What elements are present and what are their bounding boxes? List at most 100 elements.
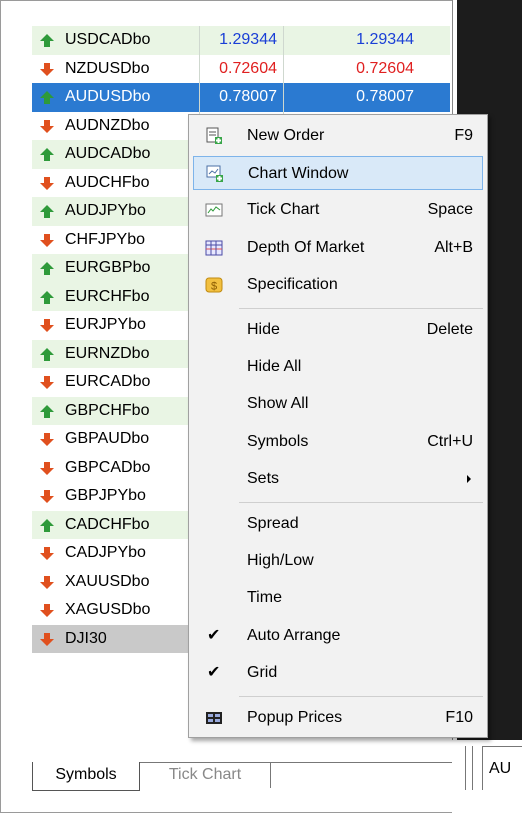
symbol-cell[interactable]: XAGUSDbo <box>32 596 200 625</box>
ask-value: 0.78007 <box>356 88 414 105</box>
symbol-cell[interactable]: AUDCHFbo <box>32 168 200 197</box>
svg-text:$: $ <box>211 280 217 292</box>
menu-item-shortcut: Space <box>427 201 473 219</box>
menu-item-label: Symbols <box>247 432 309 450</box>
arrow-down-icon <box>40 490 54 503</box>
symbol-name: XAGUSDbo <box>65 601 151 618</box>
symbol-name: XAUUSDbo <box>65 572 150 590</box>
symbol-name: CADJPYbo <box>65 544 146 561</box>
menu-item-high-low[interactable]: High/Low <box>193 544 483 578</box>
depth-of-market-icon <box>205 239 223 257</box>
symbol-cell[interactable]: EURGBPbo <box>32 254 200 283</box>
symbol-cell[interactable]: GBPCADbo <box>32 453 200 482</box>
menu-item-auto-arrange[interactable]: ✔ Auto Arrange <box>193 619 483 653</box>
new-order-icon <box>205 127 223 145</box>
checkmark-icon: ✔ <box>207 663 221 681</box>
menu-item-hide-all[interactable]: Hide All <box>193 350 483 384</box>
symbol-name: GBPAUDbo <box>65 430 150 447</box>
arrow-down-icon <box>40 319 54 332</box>
symbol-cell[interactable]: USDCADbo <box>32 26 200 55</box>
arrow-down-icon <box>40 547 54 560</box>
symbol-cell[interactable]: AUDJPYbo <box>32 197 200 226</box>
symbol-cell[interactable]: GBPJPYbo <box>32 482 200 511</box>
popup-prices-icon <box>205 709 223 727</box>
menu-item-label: Grid <box>247 663 278 681</box>
arrow-up-icon <box>40 91 54 104</box>
arrow-down-icon <box>40 604 54 617</box>
menu-item-label: Popup Prices <box>247 709 343 726</box>
menu-item-label: Spread <box>247 515 299 532</box>
arrow-down-icon <box>40 461 54 475</box>
menu-item-shortcut: Delete <box>426 321 473 338</box>
symbol-name: AUDUSDbo <box>65 88 151 105</box>
menu-separator <box>239 696 483 697</box>
table-row[interactable]: USDCADbo 1.29344 1.29344 <box>32 26 450 55</box>
menu-item-shortcut: Ctrl+U <box>427 432 473 450</box>
symbol-cell[interactable]: EURCADbo <box>32 368 200 397</box>
symbol-cell[interactable]: EURCHFbo <box>32 282 200 311</box>
arrow-up-icon <box>40 404 54 418</box>
menu-item-label: Time <box>247 589 282 607</box>
symbol-cell[interactable]: GBPAUDbo <box>32 425 200 454</box>
symbol-name: EURCHFbo <box>65 287 150 305</box>
menu-item-label: Sets <box>247 469 280 487</box>
arrow-down-icon <box>40 119 54 133</box>
bid-cell: 1.29344 <box>200 26 284 55</box>
menu-item-symbols[interactable]: Symbols Ctrl+U <box>193 425 483 459</box>
menu-item-shortcut: Alt+B <box>434 238 473 256</box>
menu-item-spread[interactable]: Spread <box>193 507 483 541</box>
symbol-cell[interactable]: AUDUSDbo <box>32 83 200 112</box>
menu-item-popup-prices[interactable]: Popup Prices F10 <box>193 701 483 735</box>
menu-item-label: Hide All <box>247 358 302 376</box>
menu-item-shortcut: F10 <box>445 709 473 726</box>
checkmark-icon: ✔ <box>207 626 221 644</box>
symbol-cell[interactable]: AUDNZDbo <box>32 111 200 140</box>
menu-separator <box>239 502 483 503</box>
menu-item-depth-of-market[interactable]: Depth Of Market Alt+B <box>193 231 483 265</box>
table-row[interactable]: NZDUSDbo 0.72604 0.72604 <box>32 54 450 83</box>
menu-item-chart-window[interactable]: Chart Window <box>193 156 483 191</box>
symbol-cell[interactable]: CHFJPYbo <box>32 225 200 254</box>
symbol-name: EURGBPbo <box>65 259 151 276</box>
arrow-up-icon <box>40 205 54 218</box>
menu-item-label: High/Low <box>247 552 314 570</box>
menu-item-specification[interactable]: $ Specification <box>193 268 483 302</box>
symbol-name: GBPCADbo <box>65 458 151 476</box>
menu-item-new-order[interactable]: New Order F9 <box>193 119 483 153</box>
menu-item-time[interactable]: Time <box>193 581 483 615</box>
symbol-cell[interactable]: CADJPYbo <box>32 539 200 568</box>
arrow-down-icon <box>40 632 54 646</box>
bid-cell: 0.78007 <box>200 83 284 112</box>
symbol-cell[interactable]: EURNZDbo <box>32 339 200 368</box>
tab-symbols[interactable]: Symbols <box>32 762 140 791</box>
tick-chart-icon <box>205 201 223 219</box>
symbol-cell[interactable]: CADCHFbo <box>32 510 200 539</box>
arrow-down-icon <box>40 376 54 389</box>
menu-item-grid[interactable]: ✔ Grid <box>193 656 483 690</box>
menu-item-sets[interactable]: Sets <box>193 462 483 496</box>
ask-cell: 1.29344 <box>284 26 450 55</box>
symbol-cell[interactable]: XAUUSDbo <box>32 567 200 596</box>
symbol-cell[interactable]: AUDCADbo <box>32 140 200 169</box>
symbol-cell[interactable]: DJI30 <box>32 624 200 653</box>
ask-value: 0.72604 <box>356 59 414 77</box>
menu-item-hide[interactable]: Hide Delete <box>193 313 483 347</box>
tab-tick-chart[interactable]: Tick Chart <box>140 762 271 788</box>
chart-tab-scroll[interactable] <box>465 746 473 790</box>
symbol-name: GBPJPYbo <box>65 487 146 504</box>
arrow-down-icon <box>40 176 54 190</box>
ask-cell: 0.78007 <box>284 83 450 112</box>
menu-item-tick-chart[interactable]: Tick Chart Space <box>193 193 483 227</box>
menu-item-show-all[interactable]: Show All <box>193 387 483 421</box>
symbol-name: CADCHFbo <box>65 515 150 533</box>
arrow-down-icon <box>40 575 54 589</box>
symbol-cell[interactable]: GBPCHFbo <box>32 396 200 425</box>
chart-tab[interactable]: AU <box>482 746 522 790</box>
symbol-name: EURJPYbo <box>65 316 146 333</box>
symbol-cell[interactable]: NZDUSDbo <box>32 54 200 83</box>
menu-item-label: Hide <box>247 321 280 338</box>
table-row[interactable]: AUDUSDbo 0.78007 0.78007 <box>32 83 450 112</box>
menu-item-shortcut: F9 <box>454 127 473 144</box>
arrow-up-icon <box>40 347 54 361</box>
symbol-cell[interactable]: EURJPYbo <box>32 311 200 340</box>
